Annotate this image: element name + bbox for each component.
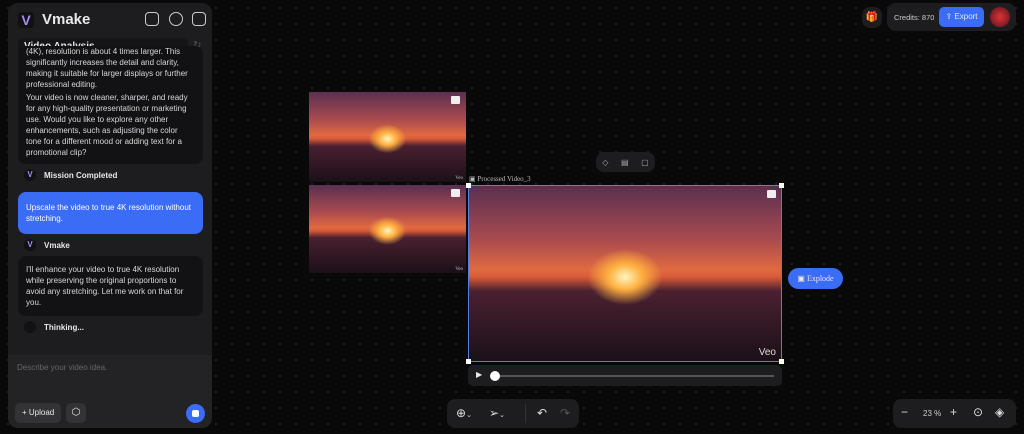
history-icon[interactable] bbox=[169, 12, 183, 26]
selected-video[interactable]: Veo bbox=[466, 183, 784, 364]
chat-sidebar: VVmake Video Analysis ↻ (4K), resolution… bbox=[8, 3, 212, 428]
zoom-in-icon[interactable]: + bbox=[950, 405, 957, 419]
vmake-avatar-icon: V bbox=[24, 239, 36, 251]
undo-icon[interactable]: ↶ bbox=[537, 406, 547, 420]
ai-message: I'll enhance your video to true 4K resol… bbox=[18, 256, 203, 316]
user-message: Upscale the video to true 4K resolution … bbox=[18, 192, 203, 234]
explode-label: Explode bbox=[806, 274, 834, 283]
video-icon bbox=[451, 189, 460, 197]
zoom-unit: % bbox=[934, 409, 942, 418]
zoom-level: 23 % bbox=[923, 409, 941, 418]
user-avatar[interactable] bbox=[990, 7, 1010, 27]
export-label: Export bbox=[954, 12, 978, 21]
fit-view-icon[interactable]: ⊙ bbox=[973, 405, 983, 419]
collapse-sidebar-icon[interactable] bbox=[192, 12, 206, 26]
thinking-text: Thinking... bbox=[44, 322, 84, 332]
chat-add-icon[interactable]: ▢ bbox=[641, 158, 649, 167]
explode-icon: ▣ bbox=[797, 274, 807, 283]
chat-input[interactable]: Describe your video idea. bbox=[17, 363, 107, 372]
canvas-toolbar: ⊕⌄ ➢⌄ ↶ ↷ bbox=[447, 399, 579, 428]
chat-input-area: Describe your video idea. + Upload ⬡ bbox=[8, 355, 212, 428]
video-player-bar: ▶ bbox=[468, 365, 782, 386]
zoom-controls: − 23 % + ⊙ ◈ bbox=[893, 399, 1016, 428]
status-row: V Mission Completed bbox=[18, 164, 203, 186]
zoom-value: 23 bbox=[923, 409, 932, 418]
watermark: Veo bbox=[455, 176, 463, 181]
video-thumbnail[interactable]: Veo bbox=[309, 185, 466, 273]
message-text: Your video is now cleaner, sharper, and … bbox=[26, 93, 188, 157]
app-logo: V Vmake bbox=[18, 11, 90, 28]
layers-icon[interactable]: ◈ bbox=[995, 405, 1004, 419]
selected-video-label: ▣ Processed Video_3 bbox=[469, 175, 531, 183]
watermark: Veo bbox=[758, 347, 776, 358]
eraser-icon[interactable]: ◇ bbox=[602, 158, 608, 167]
resize-handle[interactable] bbox=[466, 359, 471, 364]
spinner-icon bbox=[24, 321, 36, 333]
zoom-out-icon[interactable]: − bbox=[901, 405, 908, 419]
upload-button[interactable]: + Upload bbox=[15, 403, 62, 423]
video-icon bbox=[767, 190, 776, 198]
progress-handle[interactable] bbox=[490, 371, 500, 381]
progress-track[interactable] bbox=[492, 375, 774, 377]
vmake-avatar-icon: V bbox=[24, 169, 36, 181]
sender-name: Vmake bbox=[44, 240, 70, 250]
video-thumbnail[interactable]: Veo bbox=[309, 92, 466, 182]
ai-message: (4K), resolution is about 4 times larger… bbox=[18, 46, 203, 164]
top-right-bar: Credits: 870 ⇪ Export bbox=[887, 3, 1016, 31]
vmake-logo-icon: V bbox=[18, 11, 34, 28]
node-toolbar: ◇ ▤ ▢ bbox=[596, 152, 655, 172]
select-tool-icon[interactable]: ➢⌄ bbox=[489, 406, 505, 420]
sender-row: V Vmake bbox=[18, 234, 203, 256]
thinking-row: Thinking... bbox=[18, 316, 203, 338]
status-text: Mission Completed bbox=[44, 170, 118, 180]
export-button[interactable]: ⇪ Export bbox=[939, 7, 984, 27]
app-name: Vmake bbox=[42, 11, 91, 28]
divider bbox=[525, 404, 526, 423]
explode-button[interactable]: ▣ Explode bbox=[788, 268, 843, 289]
message-list: (4K), resolution is about 4 times larger… bbox=[18, 46, 203, 338]
video-icon bbox=[451, 96, 460, 104]
resize-handle[interactable] bbox=[779, 183, 784, 188]
3d-cube-icon[interactable]: ⬡ bbox=[66, 403, 86, 423]
resize-handle[interactable] bbox=[466, 183, 471, 188]
message-text: (4K), resolution is about 4 times larger… bbox=[26, 47, 188, 89]
play-icon[interactable]: ▶ bbox=[476, 370, 482, 379]
gift-icon[interactable]: 🎁 bbox=[862, 7, 882, 28]
frame-icon[interactable]: ▤ bbox=[621, 158, 629, 167]
resize-handle[interactable] bbox=[779, 359, 784, 364]
new-chat-icon[interactable] bbox=[145, 12, 159, 26]
stop-button[interactable] bbox=[186, 404, 205, 423]
label-text: Processed Video_3 bbox=[477, 175, 531, 183]
redo-icon[interactable]: ↷ bbox=[560, 406, 570, 420]
watermark: Veo bbox=[455, 267, 463, 272]
credits-count: Credits: 870 bbox=[894, 13, 935, 22]
add-circle-icon[interactable]: ⊕⌄ bbox=[456, 406, 472, 420]
